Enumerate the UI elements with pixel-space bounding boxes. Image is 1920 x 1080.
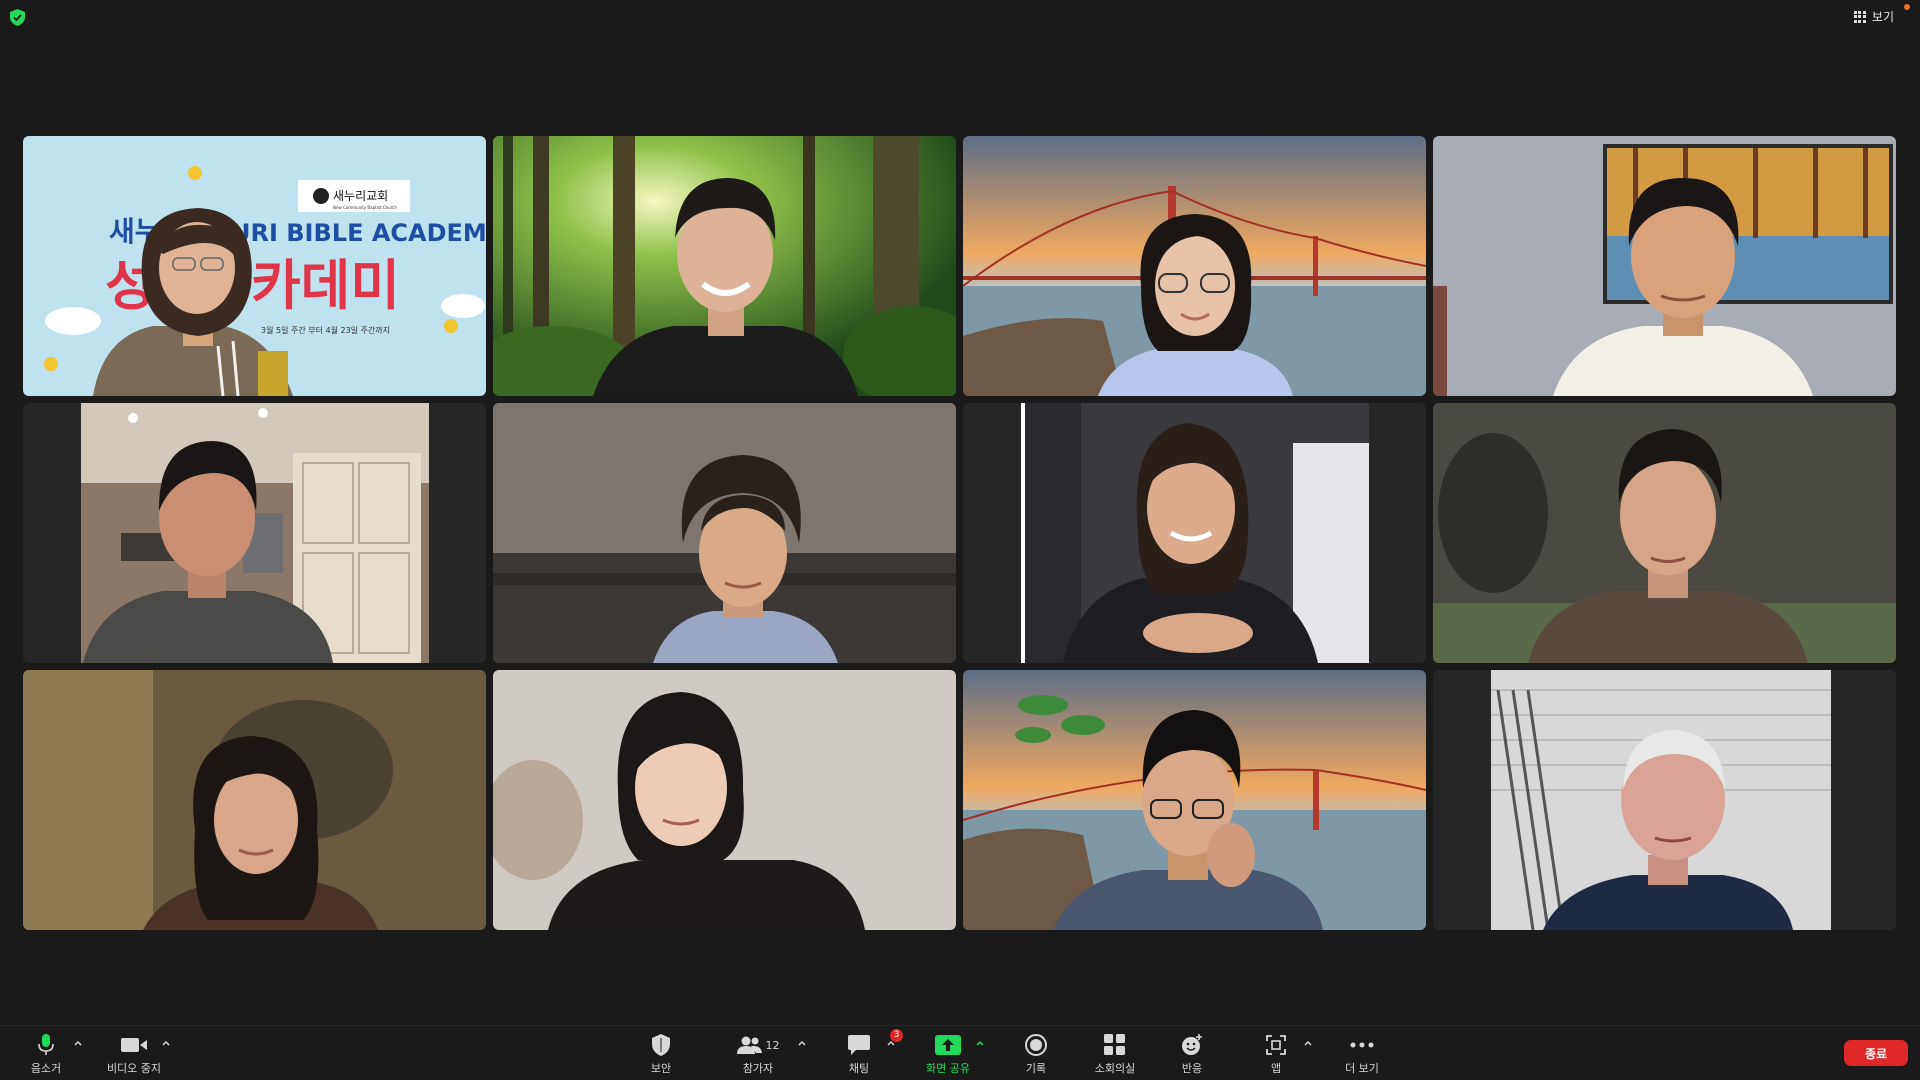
chat-icon — [848, 1035, 870, 1055]
security-button[interactable]: 보안 — [626, 1032, 696, 1076]
participant-video-tile[interactable] — [493, 403, 956, 663]
slide-title-right-2: 카데미 — [251, 254, 400, 317]
participant-count: 12 — [765, 1038, 780, 1052]
participant-video-tile[interactable] — [1433, 403, 1896, 663]
microphone-icon — [38, 1034, 54, 1055]
chat-label: 채팅 — [848, 1062, 870, 1075]
top-bar: 보기 — [0, 0, 1920, 34]
apps-label: 앱 — [1270, 1062, 1282, 1075]
reaction-icon — [1182, 1034, 1202, 1055]
encryption-shield-icon[interactable] — [10, 9, 25, 26]
participant-video-tile[interactable] — [493, 670, 956, 930]
breakout-rooms-label: 소회의실 — [1094, 1062, 1136, 1075]
participant-video-tile[interactable] — [963, 136, 1426, 396]
video-options-chevron-up-icon[interactable] — [161, 1038, 171, 1048]
more-button[interactable]: 더 보기 — [1327, 1032, 1397, 1076]
mute-button[interactable]: 음소거 — [11, 1032, 81, 1076]
record-button[interactable]: 기록 — [1001, 1032, 1071, 1076]
apps-options-chevron-up-icon[interactable] — [1303, 1038, 1313, 1048]
participants-label: 참가자 — [742, 1062, 774, 1075]
participant-video-tile[interactable] — [963, 670, 1426, 930]
participant-video-tile[interactable] — [1433, 136, 1896, 396]
mute-label: 음소거 — [30, 1062, 62, 1075]
more-icon — [1350, 1042, 1374, 1048]
share-options-chevron-up-icon[interactable] — [975, 1038, 985, 1048]
share-screen-button[interactable]: 화면 공유 — [913, 1032, 983, 1076]
participants-button[interactable]: 12 참가자 — [723, 1032, 793, 1076]
participants-options-chevron-up-icon[interactable] — [797, 1038, 807, 1048]
view-button-label: 보기 — [1871, 10, 1894, 24]
grid-icon — [1853, 10, 1866, 23]
participant-video-tile[interactable] — [23, 403, 486, 663]
security-label: 보안 — [650, 1062, 672, 1075]
stop-video-label: 비디오 중지 — [106, 1062, 162, 1075]
participant-video-tile[interactable] — [23, 670, 486, 930]
participant-video-tile[interactable] — [963, 403, 1426, 663]
church-logo-text: 새누리교회 — [333, 189, 388, 203]
shield-icon — [652, 1034, 670, 1056]
participant-video-tile[interactable]: 새누리교회 New Community Baptist Church 새누리 U… — [23, 136, 486, 396]
reactions-button[interactable]: 반응 — [1157, 1032, 1227, 1076]
video-camera-icon — [121, 1038, 147, 1052]
slide-date-text: 3월 5일 주간 부터 4월 23일 주간까지 — [261, 325, 390, 335]
active-speaker-video-tile[interactable] — [493, 136, 956, 396]
notification-dot — [1904, 4, 1910, 10]
record-label: 기록 — [1025, 1062, 1047, 1075]
share-screen-icon — [935, 1035, 961, 1055]
chat-options-chevron-up-icon[interactable] — [886, 1038, 896, 1048]
more-label: 더 보기 — [1345, 1062, 1379, 1075]
apps-icon — [1266, 1035, 1286, 1055]
record-icon — [1025, 1034, 1047, 1056]
meeting-toolbar: 음소거 비디오 중지 보안 12 참가자 3 채팅 화면 공유 기록 소회의실 … — [0, 1025, 1920, 1080]
stop-video-button[interactable]: 비디오 중지 — [99, 1032, 169, 1076]
chat-button[interactable]: 3 채팅 — [824, 1029, 903, 1076]
share-screen-label: 화면 공유 — [926, 1062, 970, 1075]
end-meeting-button[interactable]: 종료 — [1844, 1040, 1908, 1066]
audio-options-chevron-up-icon[interactable] — [73, 1038, 83, 1048]
slide-title-right-1: URI BIBLE ACADEMY — [231, 219, 486, 247]
apps-button[interactable]: 앱 — [1241, 1032, 1311, 1076]
breakout-rooms-button[interactable]: 소회의실 — [1080, 1032, 1150, 1076]
reactions-label: 반응 — [1181, 1062, 1203, 1075]
view-button[interactable]: 보기 — [1853, 8, 1894, 25]
church-logo-subtext: New Community Baptist Church — [333, 205, 397, 210]
video-gallery: 새누리교회 New Community Baptist Church 새누리 U… — [23, 136, 1898, 931]
participants-icon — [736, 1036, 762, 1054]
participant-video-tile[interactable] — [1433, 670, 1896, 930]
breakout-rooms-icon — [1104, 1034, 1125, 1055]
